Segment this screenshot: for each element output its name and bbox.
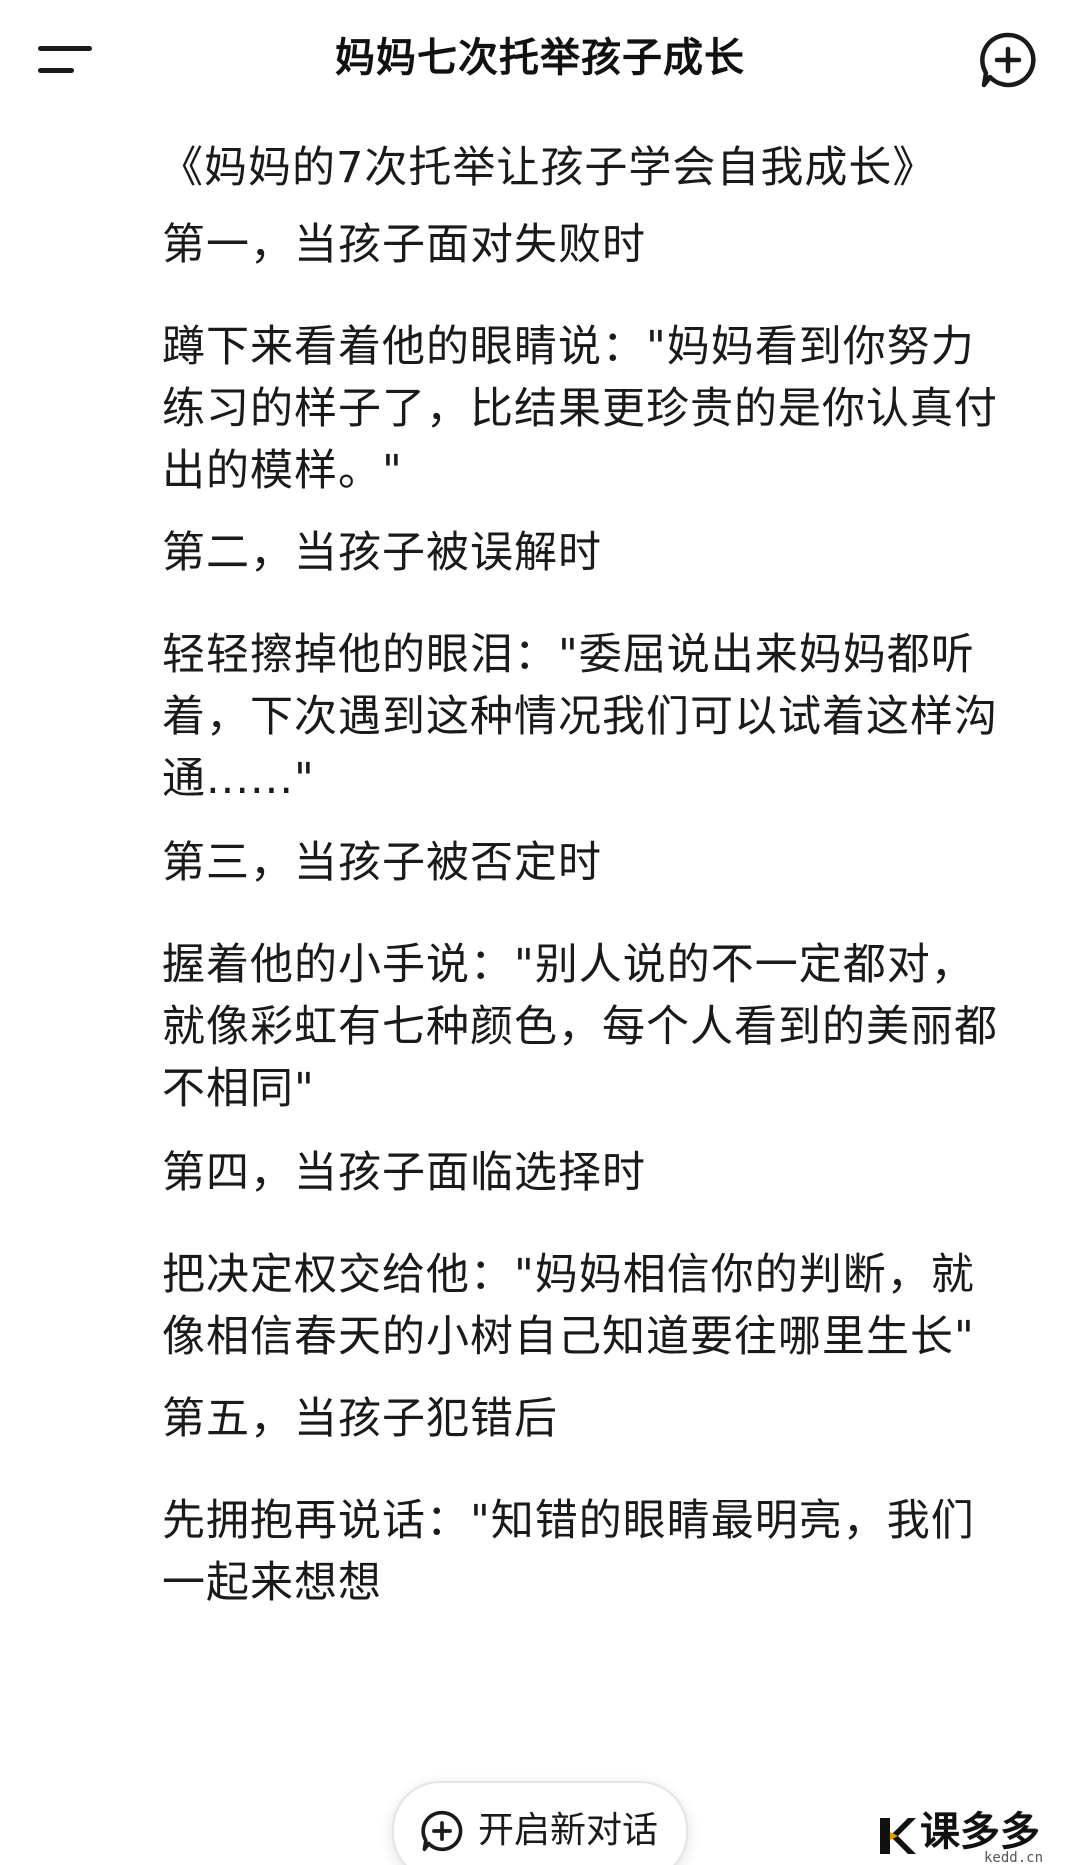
hamburger-menu-icon-line <box>38 68 74 73</box>
section-body: 把决定权交给他："妈妈相信你的判断，就像相信春天的小树自己知道要往哪里生长" <box>162 1250 975 1362</box>
section-body: 握着他的小手说："别人说的不一定都对，就像彩虹有七种颜色，每个人看到的美丽都不相… <box>162 940 998 1114</box>
chat-plus-icon <box>421 1810 463 1852</box>
watermark-url: kedd.cn <box>984 1850 1044 1865</box>
section-body: 轻轻擦掉他的眼泪："委屈说出来妈妈都听着，下次遇到这种情况我们可以试着这样沟通.… <box>162 630 998 804</box>
new-chat-label: 开启新对话 <box>478 1810 659 1851</box>
menu-button[interactable] <box>38 38 100 80</box>
section-heading: 第三，当孩子被否定时 <box>162 838 602 888</box>
watermark: 课多多 kedd.cn <box>874 1809 1074 1865</box>
page-title: 妈妈七次托举孩子成长 <box>335 35 745 81</box>
section-heading: 第二，当孩子被误解时 <box>162 528 602 578</box>
watermark-text: 课多多 <box>920 1809 1040 1855</box>
section-heading: 第一，当孩子面对失败时 <box>162 220 646 270</box>
new-chat-button[interactable]: 开启新对话 <box>392 1781 688 1865</box>
chat-plus-icon[interactable] <box>978 30 1038 90</box>
section-heading: 第五，当孩子犯错后 <box>162 1394 558 1444</box>
section-body: 先拥抱再说话："知错的眼睛最明亮，我们一起来想想 <box>162 1496 975 1608</box>
k-logo-icon <box>880 1818 916 1854</box>
article-title: 《妈妈的7次托举让孩子学会自我成长》 <box>160 143 937 193</box>
section-heading: 第四，当孩子面临选择时 <box>162 1148 646 1198</box>
top-bar: 妈妈七次托举孩子成长 <box>0 0 1080 118</box>
section-body: 蹲下来看着他的眼睛说："妈妈看到你努力练习的样子了，比结果更珍贵的是你认真付出的… <box>162 322 998 496</box>
hamburger-menu-icon <box>38 46 92 51</box>
chat-page: 妈妈七次托举孩子成长 《妈妈的7次托举让孩子学会自我成长》 第一，当孩子面对失败… <box>0 0 1080 1865</box>
